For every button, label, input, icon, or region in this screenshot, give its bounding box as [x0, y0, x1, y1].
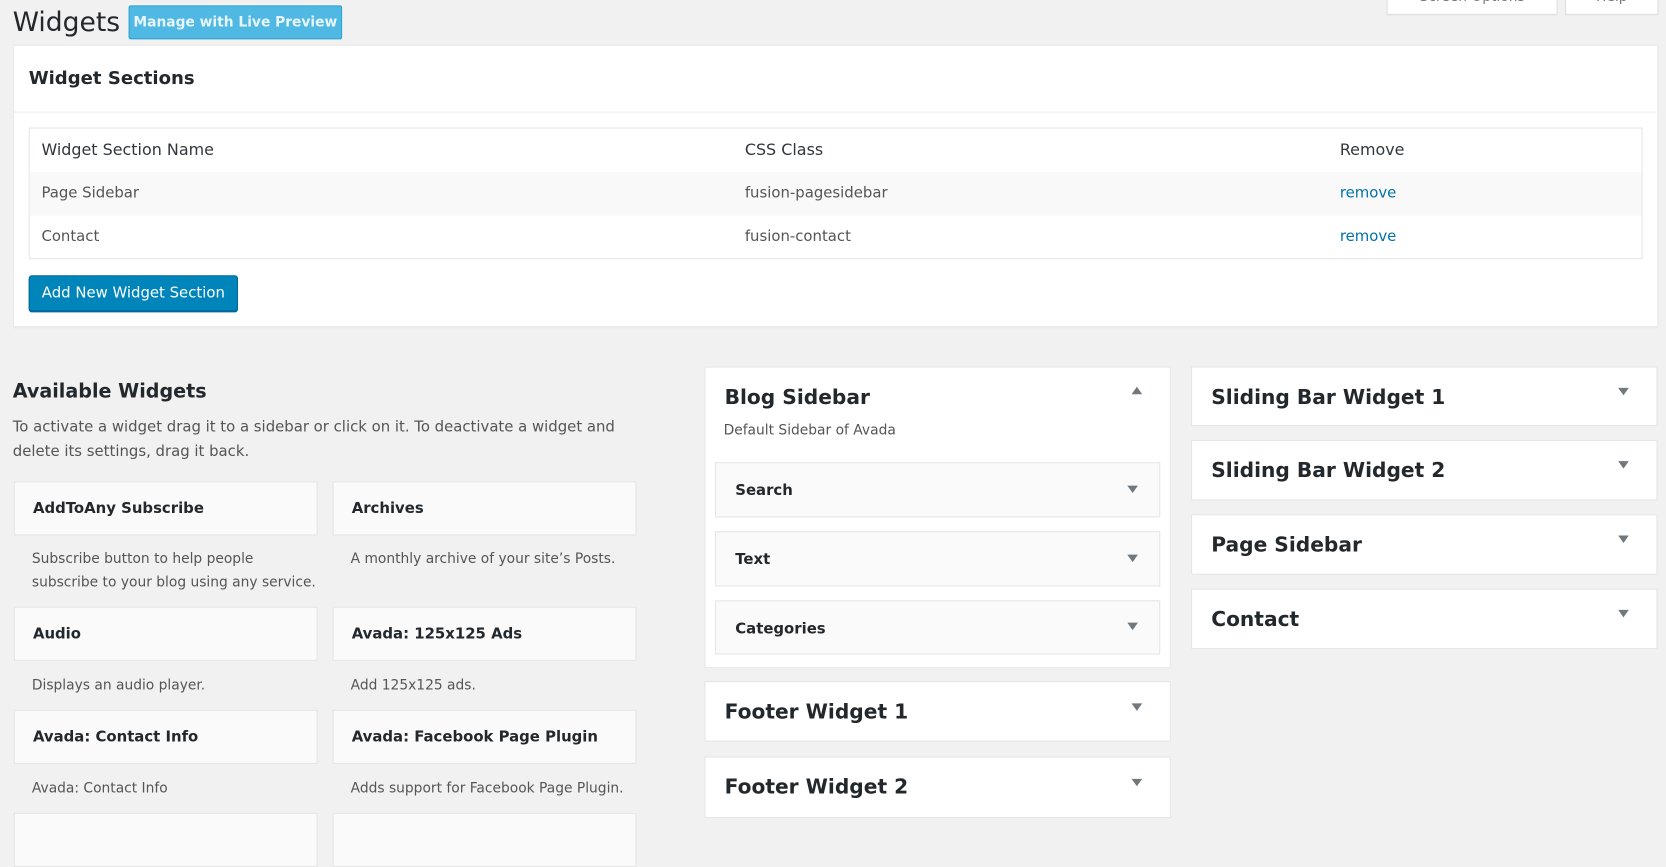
widget-description: A monthly archive of your site’s Posts. [350, 551, 616, 568]
section-css: fusion-pagesidebar [744, 184, 888, 202]
expand-arrow-icon[interactable] [1618, 387, 1629, 396]
section-name: Contact [41, 228, 100, 246]
divider [13, 111, 1657, 113]
widget-card[interactable] [332, 812, 637, 867]
sidebar-description: Default Sidebar of Avada [723, 422, 896, 439]
column-header: Widget Section Name [41, 140, 214, 160]
widget-sections-table: Widget Section Name CSS Class Remove Pag… [28, 127, 1643, 260]
widget-card[interactable]: Audio [13, 606, 318, 661]
screen-options-button[interactable]: Screen Options [1386, 0, 1558, 15]
sidebar-sliding-bar-1[interactable]: Sliding Bar Widget 1 [1191, 366, 1658, 427]
widget-card[interactable] [13, 812, 318, 867]
available-widgets-title: Available Widgets [12, 380, 207, 403]
expand-arrow-icon[interactable] [1127, 485, 1138, 493]
widget-card[interactable]: Avada: 125x125 Ads [332, 606, 637, 661]
expand-arrow-icon[interactable] [1618, 535, 1629, 543]
table-row: Contact fusion-contact remove [30, 216, 1642, 260]
column-header: CSS Class [744, 140, 824, 160]
add-widget-section-button[interactable]: Add New Widget Section [28, 275, 238, 312]
help-button[interactable]: Help [1565, 0, 1659, 15]
widget-description: Avada: Contact Info [31, 780, 168, 797]
widget-sections-title: Widget Sections [28, 68, 195, 90]
expand-arrow-icon[interactable] [1131, 703, 1143, 711]
expand-arrow-icon[interactable] [1618, 609, 1629, 618]
expand-arrow-icon[interactable] [1127, 554, 1138, 563]
widget-description: Subscribe button to help people subscrib… [31, 551, 316, 591]
collapse-arrow-icon[interactable] [1131, 386, 1143, 395]
live-preview-button[interactable]: Manage with Live Preview [128, 5, 343, 40]
table-header: Widget Section Name CSS Class Remove [30, 129, 1642, 173]
sidebar-page-sidebar[interactable]: Page Sidebar [1191, 514, 1658, 575]
remove-link[interactable]: remove [1340, 185, 1396, 202]
section-css: fusion-contact [744, 228, 851, 246]
widget-description: Adds support for Facebook Page Plugin. [350, 780, 624, 797]
section-name: Page Sidebar [41, 184, 140, 202]
sidebar-footer-widget-1[interactable]: Footer Widget 1 [704, 681, 1171, 742]
remove-link[interactable]: remove [1340, 228, 1396, 245]
sidebar-widget-categories[interactable]: Categories [715, 600, 1161, 655]
widget-description: Add 125x125 ads. [350, 677, 476, 694]
sidebar-footer-widget-2[interactable]: Footer Widget 2 [704, 756, 1171, 819]
sidebar-contact[interactable]: Contact [1191, 588, 1658, 650]
sidebar-widget-search[interactable]: Search [715, 462, 1161, 518]
widget-card[interactable]: AddToAny Subscribe [13, 481, 318, 536]
sidebar-widget-text[interactable]: Text [715, 531, 1161, 587]
sidebar-sliding-bar-2[interactable]: Sliding Bar Widget 2 [1191, 439, 1658, 501]
table-row: Page Sidebar fusion-pagesidebar remove [29, 172, 1642, 216]
available-widgets-description: To activate a widget drag it to a sideba… [12, 418, 615, 461]
expand-arrow-icon[interactable] [1618, 461, 1629, 469]
sidebar-title: Blog Sidebar [724, 385, 870, 410]
widget-card[interactable]: Avada: Facebook Page Plugin [332, 709, 637, 764]
column-header: Remove [1339, 140, 1405, 160]
widget-card[interactable]: Avada: Contact Info [13, 709, 318, 764]
expand-arrow-icon[interactable] [1131, 778, 1143, 787]
widget-description: Displays an audio player. [31, 677, 206, 694]
widget-card[interactable]: Archives [332, 481, 637, 536]
expand-arrow-icon[interactable] [1127, 622, 1138, 631]
page-title: Widgets [12, 6, 121, 38]
